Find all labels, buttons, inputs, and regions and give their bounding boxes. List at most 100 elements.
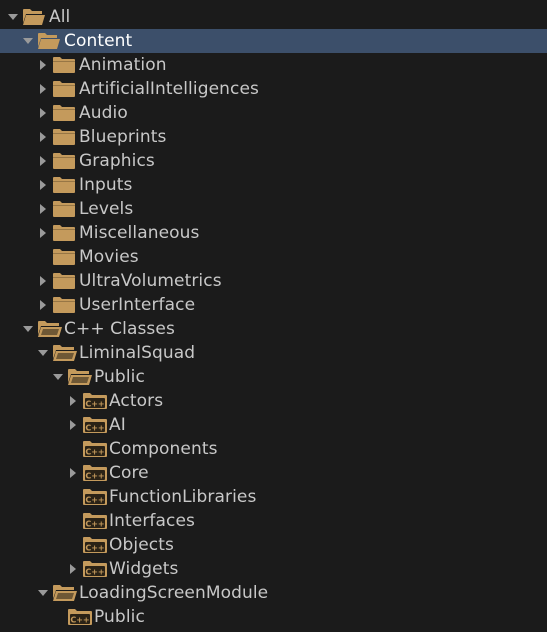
cpp-folder-icon: C++	[82, 559, 108, 579]
tree-item-label: Objects	[109, 535, 174, 555]
cpp-folder-icon: C++	[82, 487, 108, 507]
arrow-spacer	[65, 509, 81, 533]
tree-item-liminal-squad[interactable]: LiminalSquad	[0, 341, 547, 365]
chevron-right-icon[interactable]	[35, 293, 51, 317]
tree-item-label: Widgets	[109, 559, 179, 579]
folder-icon	[52, 79, 78, 99]
chevron-right-icon[interactable]	[65, 413, 81, 437]
tree-item-label: Graphics	[79, 151, 155, 171]
chevron-right-icon[interactable]	[35, 125, 51, 149]
tree-item-objects[interactable]: C++ Objects	[0, 533, 547, 557]
cpp-folder-open-icon	[37, 319, 63, 339]
tree-item-label: Content	[64, 31, 133, 51]
chevron-right-icon[interactable]	[35, 197, 51, 221]
tree-item-label: UserInterface	[79, 295, 196, 315]
tree-item-actors[interactable]: C++ Actors	[0, 389, 547, 413]
svg-text:C++: C++	[85, 543, 104, 552]
cpp-folder-icon: C++	[82, 439, 108, 459]
tree-item-label: Levels	[79, 199, 134, 219]
tree-item-miscellaneous[interactable]: Miscellaneous	[0, 221, 547, 245]
tree-item-label: Actors	[109, 391, 164, 411]
chevron-right-icon[interactable]	[35, 269, 51, 293]
tree-item-function-libraries[interactable]: C++ FunctionLibraries	[0, 485, 547, 509]
tree-item-interfaces[interactable]: C++ Interfaces	[0, 509, 547, 533]
tree-item-ai[interactable]: C++ AI	[0, 413, 547, 437]
chevron-down-icon[interactable]	[50, 365, 66, 389]
tree-item-label: Audio	[79, 103, 128, 123]
tree-item-all[interactable]: All	[0, 5, 547, 29]
chevron-down-icon[interactable]	[5, 5, 21, 29]
folder-icon	[52, 103, 78, 123]
tree-item-inputs[interactable]: Inputs	[0, 173, 547, 197]
tree-item-levels[interactable]: Levels	[0, 197, 547, 221]
cpp-folder-icon: C++	[82, 415, 108, 435]
cpp-folder-icon: C++	[82, 391, 108, 411]
tree-item-blueprints[interactable]: Blueprints	[0, 125, 547, 149]
chevron-down-icon[interactable]	[35, 581, 51, 605]
svg-text:C++: C++	[85, 471, 104, 480]
tree-item-movies[interactable]: Movies	[0, 245, 547, 269]
chevron-down-icon[interactable]	[35, 341, 51, 365]
svg-text:C++: C++	[85, 495, 104, 504]
tree-item-label: Blueprints	[79, 127, 167, 147]
cpp-folder-open-icon	[52, 343, 78, 363]
tree-item-label: Interfaces	[109, 511, 195, 531]
tree-item-audio[interactable]: Audio	[0, 101, 547, 125]
folder-icon	[52, 151, 78, 171]
svg-text:C++: C++	[85, 399, 104, 408]
cpp-folder-icon: C++	[82, 511, 108, 531]
chevron-right-icon[interactable]	[35, 53, 51, 77]
tree-item-graphics[interactable]: Graphics	[0, 149, 547, 173]
tree-item-label: Public	[94, 607, 145, 627]
arrow-spacer	[65, 533, 81, 557]
tree-item-liminal-squad-public[interactable]: Public	[0, 365, 547, 389]
svg-text:C++: C++	[85, 567, 104, 576]
chevron-right-icon[interactable]	[65, 557, 81, 581]
tree-item-label: LoadingScreenModule	[79, 583, 269, 603]
chevron-right-icon[interactable]	[65, 461, 81, 485]
chevron-down-icon[interactable]	[20, 317, 36, 341]
tree-item-label: Inputs	[79, 175, 133, 195]
folder-icon	[52, 127, 78, 147]
chevron-right-icon[interactable]	[65, 389, 81, 413]
tree-item-label: ArtificialIntelligences	[79, 79, 259, 99]
tree-item-label: Components	[109, 439, 218, 459]
folder-icon	[52, 247, 78, 267]
folder-icon	[52, 295, 78, 315]
arrow-spacer	[65, 485, 81, 509]
folder-icon	[52, 175, 78, 195]
chevron-right-icon[interactable]	[35, 101, 51, 125]
tree-item-label: Miscellaneous	[79, 223, 200, 243]
chevron-down-icon[interactable]	[20, 29, 36, 53]
chevron-right-icon[interactable]	[35, 77, 51, 101]
svg-text:C++: C++	[85, 423, 104, 432]
tree-item-cpp-classes[interactable]: C++ Classes	[0, 317, 547, 341]
tree-item-content[interactable]: Content	[0, 29, 547, 53]
tree-item-label: All	[49, 7, 71, 27]
tree-item-label: UltraVolumetrics	[79, 271, 222, 291]
arrow-spacer	[50, 605, 66, 629]
tree-item-core[interactable]: C++ Core	[0, 461, 547, 485]
folder-open-icon	[22, 7, 48, 27]
tree-item-label: Public	[94, 367, 145, 387]
tree-item-artificial-intelligences[interactable]: ArtificialIntelligences	[0, 77, 547, 101]
tree-item-label: Animation	[79, 55, 167, 75]
tree-item-user-interface[interactable]: UserInterface	[0, 293, 547, 317]
chevron-right-icon[interactable]	[35, 221, 51, 245]
folder-icon	[52, 223, 78, 243]
chevron-right-icon[interactable]	[35, 149, 51, 173]
cpp-folder-icon: C++	[82, 463, 108, 483]
tree-item-label: AI	[109, 415, 126, 435]
tree-item-components[interactable]: C++ Components	[0, 437, 547, 461]
tree-item-animation[interactable]: Animation	[0, 53, 547, 77]
tree-item-label: Movies	[79, 247, 139, 267]
folder-icon	[52, 271, 78, 291]
tree-item-ultra-volumetrics[interactable]: UltraVolumetrics	[0, 269, 547, 293]
tree-item-widgets[interactable]: C++ Widgets	[0, 557, 547, 581]
tree-item-label: C++ Classes	[64, 319, 175, 339]
tree-item-loading-screen-module[interactable]: LoadingScreenModule	[0, 581, 547, 605]
tree-item-label: LiminalSquad	[79, 343, 196, 363]
tree-item-loading-screen-public[interactable]: C++ Public	[0, 605, 547, 629]
chevron-right-icon[interactable]	[35, 173, 51, 197]
cpp-folder-icon: C++	[67, 607, 93, 627]
